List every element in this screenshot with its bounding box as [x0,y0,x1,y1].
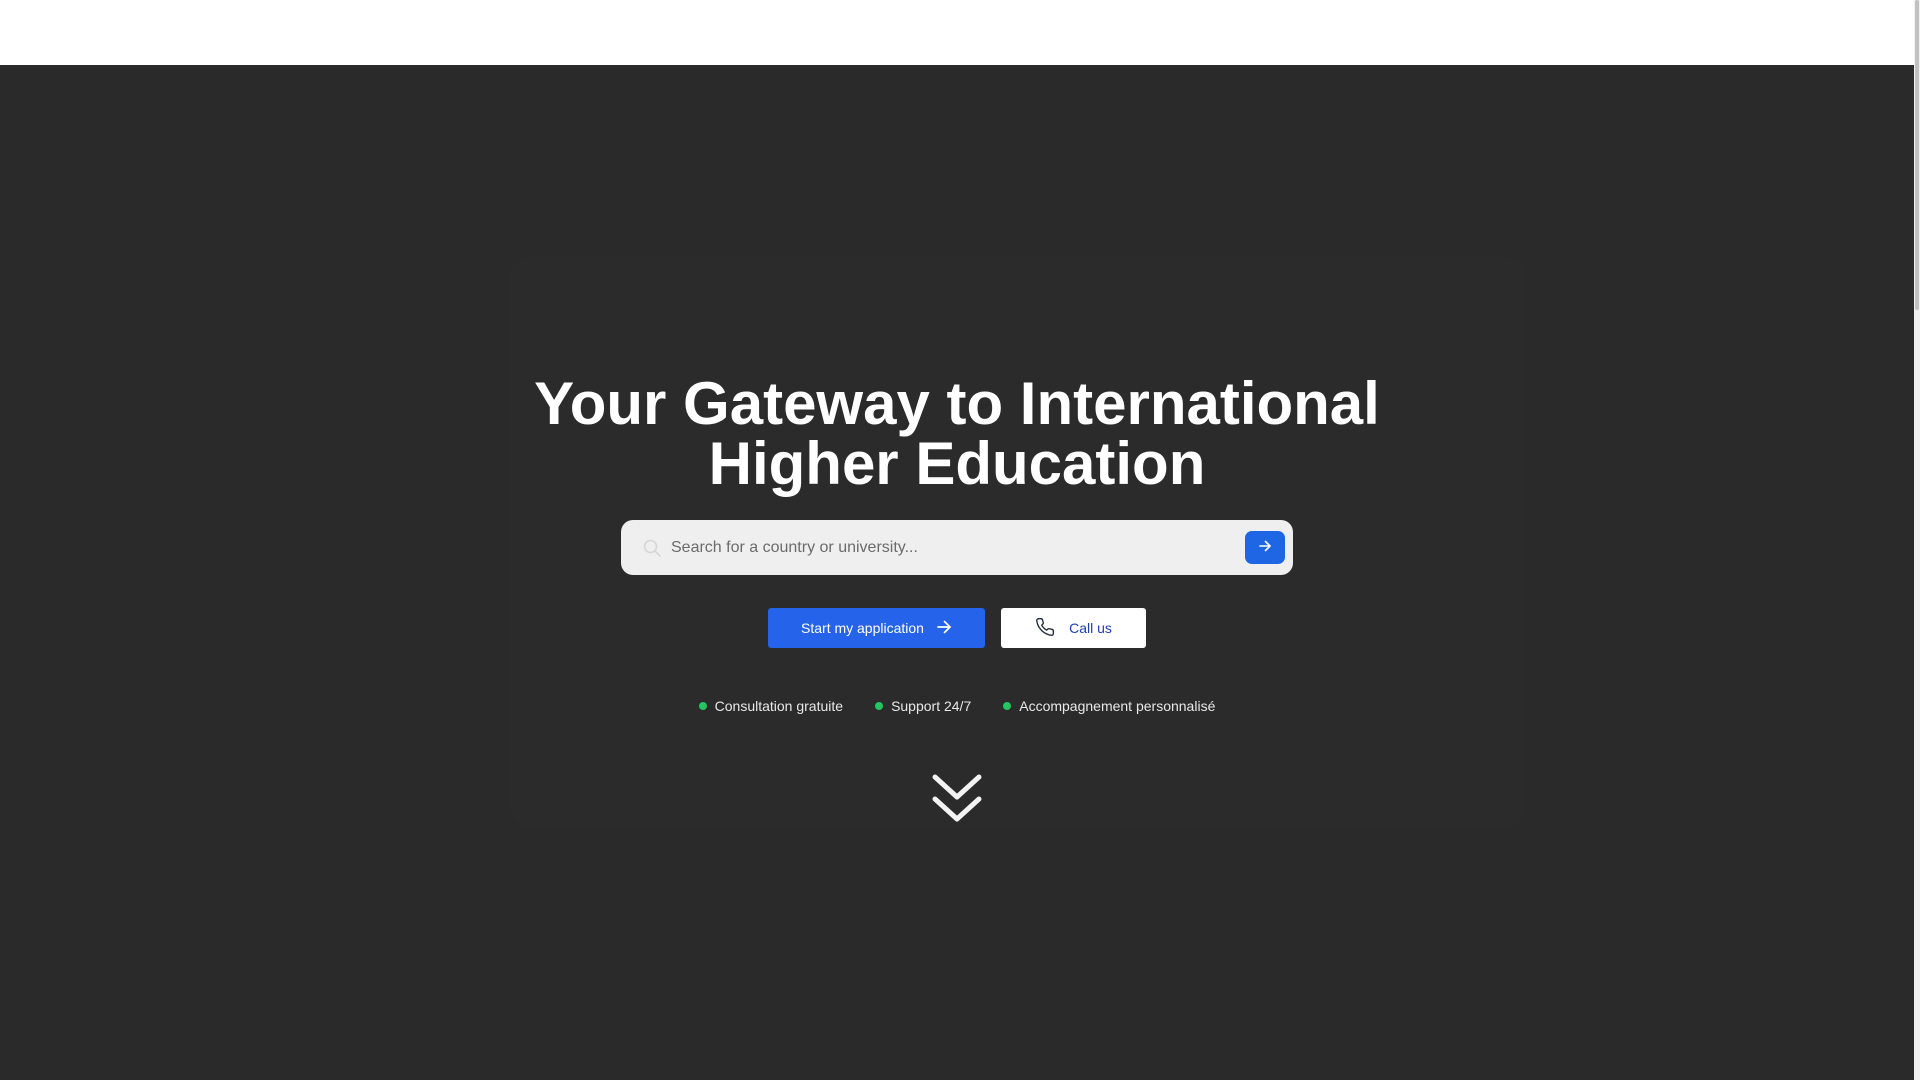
page: Your Gateway to International Higher Edu… [0,0,1920,1080]
status-dot [875,702,884,710]
search-submit-button[interactable] [1245,531,1285,564]
feature-item: Accompagnement personnalisé [1003,696,1215,716]
feature-item: Support 24/7 [875,696,971,716]
feature-label: Consultation gratuite [714,698,844,714]
scrollbar-thumb[interactable] [1915,0,1919,310]
status-dot [1003,702,1012,710]
start-application-button[interactable]: Start my application [768,608,985,648]
hero-title-line-1: Your Gateway to International [534,370,1380,437]
call-us-label: Call us [1069,620,1112,636]
search-bar [621,520,1293,575]
arrow-right-icon [1258,539,1272,556]
hero-title: Your Gateway to International Higher Edu… [480,374,1434,494]
page-scrollbar[interactable] [1914,0,1920,1080]
top-navigation-bar [0,0,1914,65]
search-input[interactable] [671,520,1231,575]
status-dot [698,702,707,710]
chevrons-down-icon[interactable] [931,773,983,825]
arrow-right-icon [936,619,952,638]
feature-list: Consultation gratuite Support 24/7 Accom… [0,696,1914,716]
feature-item: Consultation gratuite [698,696,844,716]
feature-label: Support 24/7 [891,698,972,714]
feature-label: Accompagnement personnalisé [1019,698,1216,714]
hero-title-line-2: Higher Education [708,430,1206,497]
start-application-label: Start my application [801,620,924,636]
search-icon [642,538,662,558]
phone-icon [1035,617,1055,640]
call-us-button[interactable]: Call us [1001,608,1146,648]
